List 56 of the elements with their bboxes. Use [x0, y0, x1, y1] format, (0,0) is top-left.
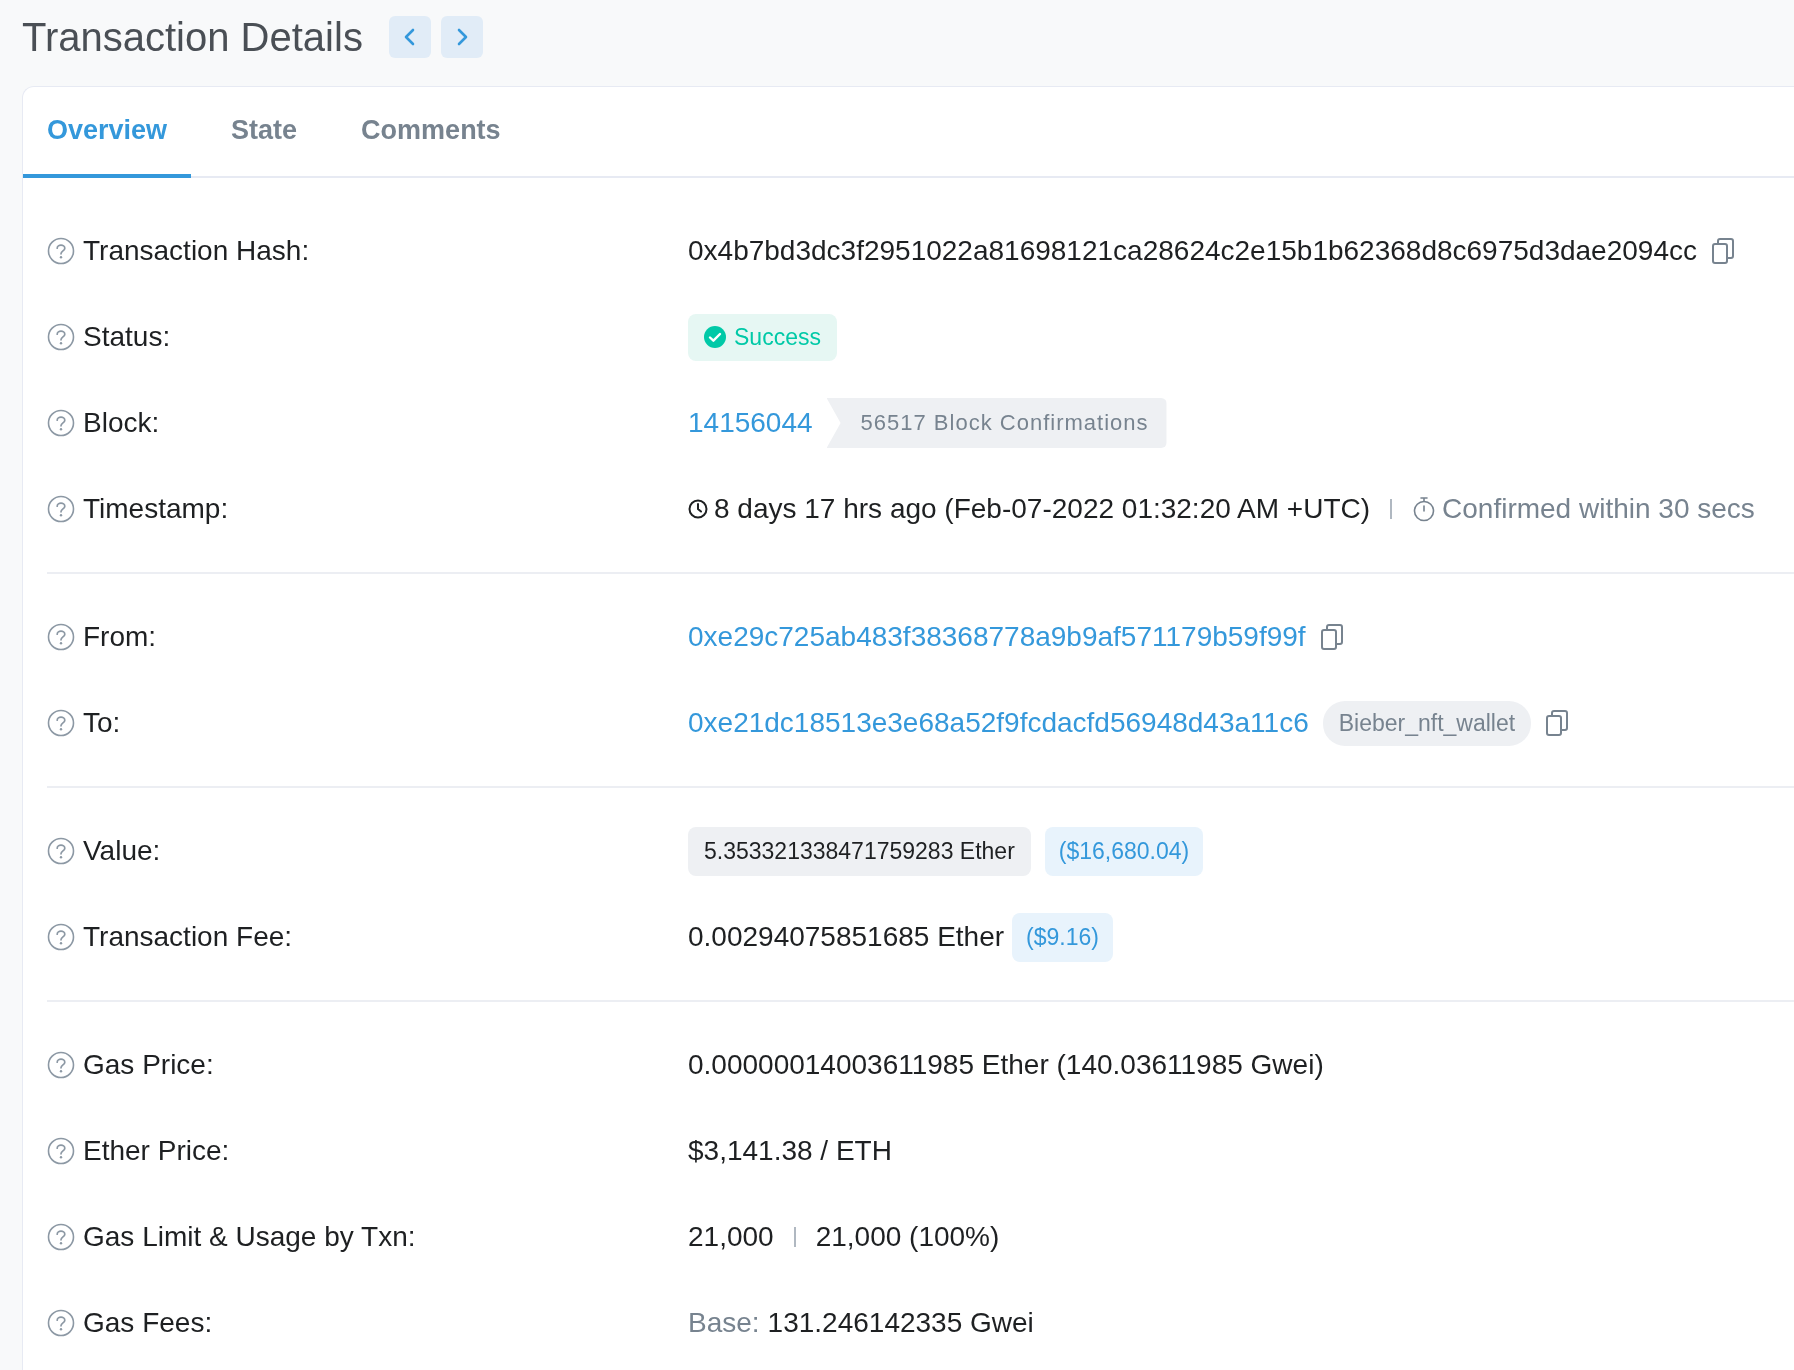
help-icon[interactable]	[47, 1309, 75, 1337]
help-icon[interactable]	[47, 1223, 75, 1251]
help-icon[interactable]	[47, 623, 75, 651]
usd-amount: ($16,680.04)	[1044, 826, 1204, 876]
usd-amount: ($9.16)	[1012, 912, 1113, 962]
next-button[interactable]	[440, 16, 483, 58]
field-label: Value:	[83, 835, 161, 867]
transaction-hash: 0x4b7bd3dc3f2951022a81698121ca28624c2e15b1b62368d8c6975d3dae2094cc	[688, 235, 1697, 267]
previous-button[interactable]	[388, 16, 431, 58]
status-badge: Success	[688, 313, 837, 361]
stopwatch-icon	[1412, 496, 1437, 522]
address-tag: Bieber_nft_wallet	[1322, 700, 1532, 746]
tab[interactable]: State	[207, 87, 322, 178]
field-label: Transaction Hash:	[83, 235, 310, 267]
address-link[interactable]: 0xe29c725ab483f38368778a9b9af571179b59f99f	[688, 621, 1306, 653]
help-icon[interactable]	[47, 923, 75, 951]
field-label: To:	[83, 707, 121, 739]
check-circle-icon	[704, 326, 726, 348]
help-icon[interactable]	[47, 1051, 75, 1079]
field-label: Timestamp:	[83, 493, 229, 525]
help-icon[interactable]	[47, 237, 75, 265]
field-value: 0.00000014003611985 Ether (140.03611985 Gwei)	[688, 1049, 1324, 1081]
ether-amount: 5.353321338471759283 Ether	[688, 826, 1031, 876]
copy-icon[interactable]	[1319, 623, 1344, 651]
gas-used: 21,000 (100%)	[815, 1221, 1000, 1253]
timestamp-text: 8 days 17 hrs ago (Feb-07-2022 01:32:20 AM +UTC)	[714, 493, 1371, 525]
field-label: Gas Price:	[83, 1049, 214, 1081]
base-fee: 131.246142335 Gwei	[767, 1307, 1034, 1339]
help-icon[interactable]	[47, 709, 75, 737]
block-link[interactable]: 14156044	[688, 407, 813, 439]
help-icon[interactable]	[47, 495, 75, 523]
gas-limit: 21,000	[688, 1221, 774, 1253]
help-icon[interactable]	[47, 837, 75, 865]
field-label: From:	[83, 621, 157, 653]
copy-icon[interactable]	[1711, 237, 1735, 265]
help-icon[interactable]	[47, 1137, 75, 1165]
page-title: Transaction Details	[22, 14, 363, 60]
field-label: Gas Limit & Usage by Txn:	[83, 1221, 416, 1253]
field-label: Gas Fees:	[83, 1307, 213, 1339]
field-label: Status:	[83, 321, 171, 353]
address-link[interactable]: 0xe21dc18513e3e68a52f9fcdacfd56948d43a11c6	[688, 707, 1309, 739]
chevron-left-icon	[402, 28, 417, 46]
tab[interactable]: Overview	[23, 87, 192, 178]
tab[interactable]: Comments	[337, 87, 525, 178]
copy-icon[interactable]	[1545, 709, 1570, 737]
fee-amount: 0.00294075851685 Ether	[688, 921, 1005, 953]
field-label: Transaction Fee:	[83, 921, 293, 953]
field-label: Block:	[83, 407, 160, 439]
field-label: Ether Price:	[83, 1135, 230, 1167]
clock-icon	[688, 499, 708, 519]
confirmation-time: Confirmed within 30 secs	[1442, 493, 1755, 525]
confirmations-badge: 56517 Block Confirmations	[826, 398, 1167, 448]
help-icon[interactable]	[47, 409, 75, 437]
base-label: Base:	[688, 1307, 760, 1339]
help-icon[interactable]	[47, 323, 75, 351]
field-value: $3,141.38 / ETH	[688, 1135, 892, 1167]
